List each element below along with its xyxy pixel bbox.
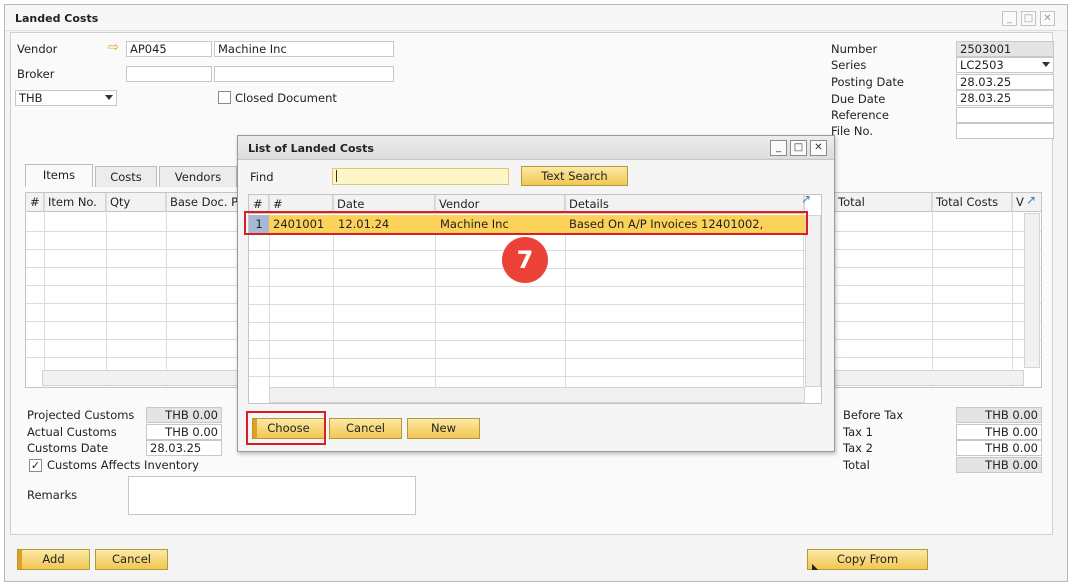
remarks-field[interactable] (128, 476, 416, 515)
projected-customs-field: THB 0.00 (146, 407, 222, 423)
remarks-label: Remarks (27, 488, 78, 502)
broker-name-field[interactable] (214, 66, 394, 82)
posting-date-field[interactable]: 28.03.25 (956, 74, 1054, 90)
items-col-qty: Qty (106, 193, 166, 212)
due-date-label: Due Date (831, 92, 886, 106)
tab-vendors[interactable]: Vendors (159, 166, 237, 187)
choose-highlight-box (246, 411, 326, 445)
items-col-total-costs: Total Costs (932, 193, 1012, 212)
posting-date-label: Posting Date (831, 75, 904, 89)
dialog-minimize-icon[interactable]: _ (770, 140, 787, 156)
currency-select[interactable]: THB (15, 90, 117, 106)
items-col-item-no: Item No. (44, 193, 106, 212)
number-label: Number (831, 42, 878, 56)
before-tax-field: THB 0.00 (956, 407, 1042, 423)
list-vertical-scrollbar[interactable] (805, 215, 821, 387)
dropdown-corner-icon: ◣ (812, 562, 819, 571)
vendor-name-field[interactable]: Machine Inc (214, 41, 394, 57)
window-titlebar: Landed Costs _ □ ✕ (5, 5, 1067, 31)
number-field: 2503001 (956, 41, 1054, 57)
tax2-label: Tax 2 (843, 441, 873, 455)
broker-code-field[interactable] (126, 66, 212, 82)
tab-costs[interactable]: Costs (95, 166, 157, 187)
customs-date-label: Customs Date (27, 441, 109, 455)
closed-document-checkbox[interactable] (218, 91, 231, 104)
tax1-field[interactable]: THB 0.00 (956, 424, 1042, 440)
dialog-maximize-icon[interactable]: □ (790, 140, 807, 156)
series-label: Series (831, 58, 867, 72)
broker-label: Broker (17, 67, 55, 81)
closed-document-label: Closed Document (235, 91, 337, 105)
items-col-hash: # (26, 193, 44, 212)
dialog-cancel-button[interactable]: Cancel (329, 418, 402, 439)
projected-customs-label: Projected Customs (27, 408, 135, 422)
window-title: Landed Costs (15, 12, 99, 25)
minimize-icon[interactable]: _ (1002, 11, 1017, 26)
tax2-field[interactable]: THB 0.00 (956, 440, 1042, 456)
list-horizontal-scrollbar[interactable] (269, 387, 805, 403)
find-label: Find (250, 170, 274, 184)
reference-field[interactable] (956, 107, 1054, 123)
row-highlight-box (244, 211, 808, 235)
chevron-down-icon (1042, 62, 1050, 67)
close-icon[interactable]: ✕ (1040, 11, 1055, 26)
tax1-label: Tax 1 (843, 425, 873, 439)
find-input[interactable] (332, 168, 509, 185)
cancel-button[interactable]: Cancel (95, 549, 168, 570)
chevron-down-icon (105, 95, 113, 100)
text-cursor (336, 170, 337, 182)
step-badge: 7 (502, 237, 548, 283)
expand-arrow-icon[interactable]: ↗ (1026, 193, 1036, 207)
customs-affects-inventory-checkbox[interactable]: ✓ (29, 459, 42, 472)
items-col-base-doc-price: Base Doc. Pr (166, 193, 246, 212)
items-col-total: Total (834, 193, 932, 212)
series-select[interactable]: LC2503 (956, 57, 1054, 73)
before-tax-label: Before Tax (843, 408, 904, 422)
actual-customs-label: Actual Customs (27, 425, 117, 439)
customs-date-field[interactable]: 28.03.25 (146, 440, 222, 456)
new-button[interactable]: New (407, 418, 480, 439)
dialog-title: List of Landed Costs (248, 142, 374, 155)
items-vertical-scrollbar[interactable] (1024, 213, 1040, 368)
vendor-code-field[interactable]: AP045 (126, 41, 212, 57)
actual-customs-field[interactable]: THB 0.00 (146, 424, 222, 440)
tab-items[interactable]: Items (25, 164, 93, 187)
file-no-label: File No. (831, 124, 873, 138)
copy-from-button[interactable]: ◣ Copy From (807, 549, 928, 571)
dialog-titlebar: List of Landed Costs _ □ ✕ (238, 136, 834, 160)
maximize-icon[interactable]: □ (1021, 11, 1036, 26)
due-date-field[interactable]: 28.03.25 (956, 90, 1054, 106)
vendor-label: Vendor (17, 42, 58, 56)
dialog-close-icon[interactable]: ✕ (810, 140, 827, 156)
list-of-landed-costs-dialog: List of Landed Costs _ □ ✕ Find Text Sea… (237, 135, 835, 452)
customs-affects-inventory-label: Customs Affects Inventory (47, 458, 199, 472)
reference-label: Reference (831, 108, 889, 122)
dialog-expand-arrow-icon[interactable]: ↗ (801, 192, 811, 206)
text-search-button[interactable]: Text Search (521, 166, 628, 186)
add-button[interactable]: Add (17, 549, 90, 570)
link-arrow-icon[interactable]: ⇨ (108, 40, 119, 55)
total-label: Total (843, 458, 870, 472)
file-no-field[interactable] (956, 123, 1054, 139)
currency-value: THB (19, 91, 43, 105)
total-field: THB 0.00 (956, 457, 1042, 473)
series-value: LC2503 (960, 58, 1004, 72)
